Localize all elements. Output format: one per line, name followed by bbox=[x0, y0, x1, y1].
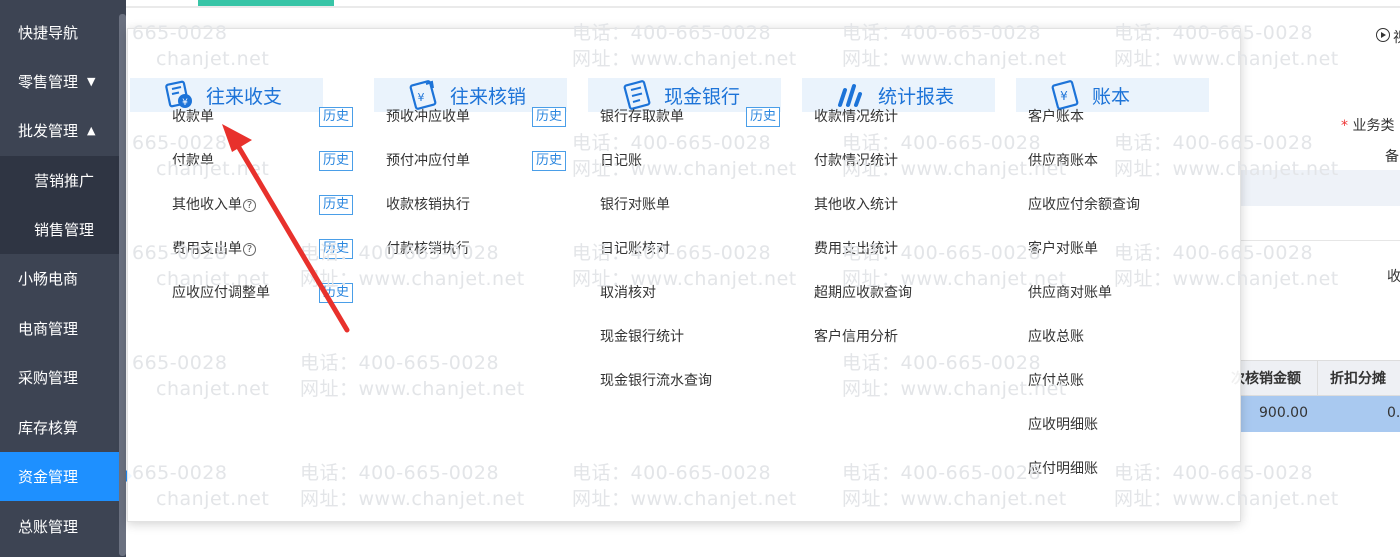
menu-item-journal[interactable]: 日记账 bbox=[600, 151, 642, 171]
svg-text:¥: ¥ bbox=[1060, 89, 1068, 103]
history-button-ar-ap-adjustment[interactable]: 历史 bbox=[319, 283, 353, 303]
funds-mega-menu: ¥ 往来收支 ¥ 往来核销 现金银行 统计报表 ¥ 账本 收款单 历史 付款单 … bbox=[127, 28, 1241, 522]
menu-item-bank-deposit-withdrawal[interactable]: 银行存取款单 bbox=[600, 107, 684, 127]
menu-item-receipt-stats[interactable]: 收款情况统计 bbox=[814, 107, 898, 127]
menu-item-label: 其他收入单 bbox=[172, 197, 242, 213]
sidebar-item-label: 库存核算 bbox=[18, 419, 79, 437]
chevron-up-icon: ▲ bbox=[87, 124, 96, 137]
sidebar-item-label: 批发管理 bbox=[18, 122, 79, 140]
table-column-divider bbox=[1317, 360, 1318, 396]
menu-item-label: 费用支出单 bbox=[172, 241, 242, 257]
menu-item-expense-stats[interactable]: 费用支出统计 bbox=[814, 239, 898, 259]
business-type-label: * 业务类 bbox=[1341, 115, 1394, 135]
menu-item-ap-detail-ledger[interactable]: 应付明细账 bbox=[1028, 459, 1098, 479]
sidebar-item-funds[interactable]: 资金管理 bbox=[0, 452, 132, 501]
menu-item-cash-bank-stats[interactable]: 现金银行统计 bbox=[600, 327, 684, 347]
menu-item-ar-detail-ledger[interactable]: 应收明细账 bbox=[1028, 415, 1098, 435]
required-mark: * bbox=[1341, 118, 1348, 134]
help-icon[interactable]: ? bbox=[243, 199, 256, 212]
menu-item-ar-general-ledger[interactable]: 应收总账 bbox=[1028, 327, 1084, 347]
tab-bar-divider bbox=[126, 6, 1400, 8]
history-button-expense[interactable]: 历史 bbox=[319, 239, 353, 259]
menu-item-other-income-stats[interactable]: 其他收入统计 bbox=[814, 195, 898, 215]
menu-item-payment-stats[interactable]: 付款情况统计 bbox=[814, 151, 898, 171]
category-receipt-payment: ¥ 往来收支 bbox=[130, 78, 323, 112]
sidebar-item-xiaochang-ecommerce[interactable]: 小畅电商 bbox=[0, 254, 126, 303]
sidebar-item-label: 小畅电商 bbox=[18, 270, 79, 288]
category-title: 账本 bbox=[1092, 85, 1131, 108]
sidebar-item-label: 零售管理 bbox=[18, 73, 79, 91]
menu-item-supplier-statement[interactable]: 供应商对账单 bbox=[1028, 283, 1112, 303]
sidebar-item-marketing[interactable]: 营销推广 bbox=[0, 156, 126, 205]
cell-discount: 0. bbox=[1387, 405, 1400, 421]
sidebar-item-label: 营销推广 bbox=[34, 172, 95, 190]
menu-item-customer-ledger[interactable]: 客户账本 bbox=[1028, 107, 1084, 127]
menu-item-journal-reconcile[interactable]: 日记账核对 bbox=[600, 239, 670, 259]
col-header-verified-amount: 次核销金额 bbox=[1231, 371, 1301, 387]
receipt-label: 收 bbox=[1387, 269, 1400, 285]
menu-item-ar-ap-balance-query[interactable]: 应收应付余额查询 bbox=[1028, 195, 1140, 215]
menu-item-bank-statement[interactable]: 银行对账单 bbox=[600, 195, 670, 215]
sidebar: 快捷导航 零售管理 ▼ 批发管理 ▲ 营销推广 销售管理 小畅电商 电商管理 采购管… bbox=[0, 0, 132, 557]
sidebar-item-purchase[interactable]: 采购管理 bbox=[0, 353, 126, 402]
history-button-bank-deposit-withdrawal[interactable]: 历史 bbox=[746, 107, 780, 127]
menu-item-supplier-ledger[interactable]: 供应商账本 bbox=[1028, 151, 1098, 171]
menu-item-ar-ap-adjustment[interactable]: 应收应付调整单 bbox=[172, 283, 270, 303]
form-section-strip bbox=[1241, 170, 1400, 206]
menu-item-payment-write-off[interactable]: 付款核销执行 bbox=[386, 239, 470, 259]
sidebar-item-label: 销售管理 bbox=[34, 221, 95, 239]
sidebar-item-quick-nav[interactable]: 快捷导航 bbox=[0, 8, 126, 57]
sidebar-item-label: 电商管理 bbox=[18, 320, 79, 338]
menu-item-customer-credit-analysis[interactable]: 客户信用分析 bbox=[814, 327, 898, 347]
sidebar-item-retail[interactable]: 零售管理 ▼ bbox=[0, 57, 126, 106]
category-title: 往来收支 bbox=[206, 85, 283, 108]
col-header-discount: 折扣分摊 bbox=[1330, 371, 1386, 387]
sidebar-item-label: 采购管理 bbox=[18, 369, 79, 387]
history-button-prepay-offset-payable[interactable]: 历史 bbox=[532, 151, 566, 171]
business-type-text: 业务类 bbox=[1352, 118, 1395, 134]
video-help-link[interactable]: 视 bbox=[1393, 27, 1400, 47]
menu-item-customer-statement[interactable]: 客户对账单 bbox=[1028, 239, 1098, 259]
menu-item-overdue-receivable-query[interactable]: 超期应收款查询 bbox=[814, 283, 912, 303]
sidebar-item-label: 资金管理 bbox=[18, 468, 79, 486]
sidebar-item-inventory[interactable]: 库存核算 bbox=[0, 403, 126, 452]
chevron-down-icon: ▼ bbox=[87, 75, 96, 88]
menu-item-other-income[interactable]: 其他收入单? bbox=[172, 195, 256, 215]
menu-item-prepay-offset-payable[interactable]: 预付冲应付单 bbox=[386, 151, 470, 171]
history-button-other-income[interactable]: 历史 bbox=[319, 195, 353, 215]
sidebar-item-wholesale[interactable]: 批发管理 ▲ bbox=[0, 106, 126, 155]
sidebar-item-ecommerce[interactable]: 电商管理 bbox=[0, 304, 126, 353]
sidebar-item-sales[interactable]: 销售管理 bbox=[0, 205, 126, 254]
menu-item-receipt[interactable]: 收款单 bbox=[172, 107, 214, 127]
sidebar-item-label: 快捷导航 bbox=[18, 24, 79, 42]
remark-label: 备 bbox=[1385, 149, 1399, 165]
menu-item-expense[interactable]: 费用支出单? bbox=[172, 239, 256, 259]
form-divider bbox=[1241, 240, 1400, 241]
sidebar-item-general-ledger[interactable]: 总账管理 bbox=[0, 502, 126, 551]
category-title: 现金银行 bbox=[664, 85, 741, 108]
menu-item-cash-bank-flow-query[interactable]: 现金银行流水查询 bbox=[600, 371, 712, 391]
category-title: 往来核销 bbox=[450, 85, 527, 108]
menu-item-receipt-write-off[interactable]: 收款核销执行 bbox=[386, 195, 470, 215]
category-title: 统计报表 bbox=[878, 85, 955, 108]
menu-item-payment[interactable]: 付款单 bbox=[172, 151, 214, 171]
help-icon[interactable]: ? bbox=[243, 243, 256, 256]
history-button-receipt[interactable]: 历史 bbox=[319, 107, 353, 127]
history-button-payment[interactable]: 历史 bbox=[319, 151, 353, 171]
history-button-prepaid-offset-receivable[interactable]: 历史 bbox=[532, 107, 566, 127]
sidebar-item-label: 总账管理 bbox=[18, 518, 79, 536]
video-play-icon[interactable] bbox=[1376, 28, 1390, 42]
menu-item-ap-general-ledger[interactable]: 应付总账 bbox=[1028, 371, 1084, 391]
menu-item-prepaid-offset-receivable[interactable]: 预收冲应收单 bbox=[386, 107, 470, 127]
sidebar-scrollbar[interactable] bbox=[119, 14, 126, 556]
menu-item-cancel-reconcile[interactable]: 取消核对 bbox=[600, 283, 656, 303]
svg-text:¥: ¥ bbox=[418, 91, 425, 104]
cell-verified-amount: 900.00 bbox=[1259, 405, 1308, 421]
